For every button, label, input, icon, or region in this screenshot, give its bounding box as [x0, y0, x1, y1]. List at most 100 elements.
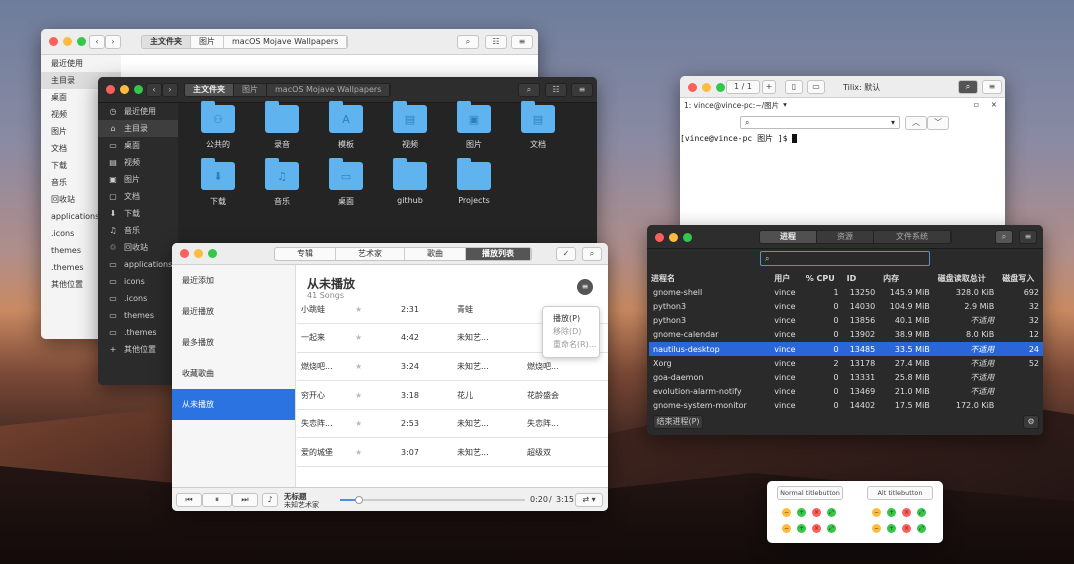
playlist-item[interactable]: 从未播放: [172, 389, 295, 420]
minimize-icon[interactable]: −: [872, 524, 881, 533]
close-button[interactable]: [106, 85, 115, 94]
tab-playlists[interactable]: 播放列表: [466, 248, 531, 260]
session-switcher[interactable]: 1 / 1: [726, 80, 760, 94]
sidebar-item[interactable]: ▢ 文档: [98, 188, 178, 205]
folder-item[interactable]: A 模板: [314, 101, 378, 150]
playlist-item[interactable]: 收藏歌曲: [172, 358, 295, 389]
close-icon[interactable]: ×: [812, 524, 821, 533]
search-button[interactable]: ⌕: [582, 247, 602, 261]
folder-item[interactable]: ▤ 视频: [378, 101, 442, 150]
add-session-button[interactable]: +: [762, 80, 776, 94]
sidebar-item[interactable]: ▭ icons: [98, 273, 178, 290]
minimize-button[interactable]: [669, 233, 678, 242]
close-terminal-icon[interactable]: ×: [991, 100, 997, 109]
terminal-prompt[interactable]: [vince@vince-pc 图片 ]$ _: [680, 133, 798, 144]
remove-menu-item[interactable]: 移除(D): [553, 325, 599, 338]
maximize-button[interactable]: [208, 249, 217, 258]
minimize-icon[interactable]: −: [782, 508, 791, 517]
close-icon[interactable]: ×: [812, 508, 821, 517]
maximize-icon[interactable]: +: [887, 508, 896, 517]
forward-button[interactable]: ›: [105, 35, 121, 49]
view-button[interactable]: ☷: [485, 35, 507, 49]
table-row[interactable]: 穷开心 ★ 3:18 花儿 花龄盛会: [297, 381, 608, 410]
fullscreen-icon[interactable]: ⤢: [827, 508, 836, 517]
breadcrumb-pictures[interactable]: 图片: [234, 84, 267, 96]
table-row[interactable]: evolution-alarm-notify vince 0 13469 21.0 Mi…: [649, 385, 1043, 399]
table-row[interactable]: 爱的城堡 ★ 3:07 未知艺... 超级双: [297, 438, 608, 467]
view-button[interactable]: ☷: [545, 83, 567, 97]
next-button[interactable]: ⏭: [232, 493, 258, 507]
sidebar-item[interactable]: 最近使用: [41, 55, 121, 72]
search-button[interactable]: ⌕: [518, 83, 540, 97]
table-row[interactable]: gnome-calendar vince 0 13902 38.9 MiB 8.0 KiB…: [649, 328, 1043, 342]
sidebar-item[interactable]: ♫ 音乐: [98, 222, 178, 239]
table-row[interactable]: 失恋阵... ★ 2:53 未知艺... 失恋阵...: [297, 409, 608, 438]
maximize-icon[interactable]: +: [887, 524, 896, 533]
sidebar-item[interactable]: ♲ 回收站: [98, 239, 178, 256]
menu-button[interactable]: ≡: [511, 35, 533, 49]
table-row[interactable]: nautilus-desktop vince 0 13485 33.5 MiB 不适用 24: [649, 341, 1043, 357]
split-button[interactable]: ▯: [785, 80, 803, 94]
sidebar-item[interactable]: ▭ .icons: [98, 290, 178, 307]
playlist-item[interactable]: 最近播放: [172, 296, 295, 327]
search-button[interactable]: ⌕: [457, 35, 479, 49]
maximize-icon[interactable]: +: [797, 508, 806, 517]
split-down-button[interactable]: ▭: [807, 80, 825, 94]
tab-albums[interactable]: 专辑: [275, 248, 336, 260]
repeat-mode-button[interactable]: ⇄ ▾: [575, 493, 603, 507]
close-button[interactable]: [49, 37, 58, 46]
search-field[interactable]: ⌕ ▾: [740, 116, 900, 129]
column-header[interactable]: 内存: [879, 271, 934, 285]
folder-item[interactable]: ⬇ 下载: [186, 158, 250, 207]
menu-button[interactable]: ≡: [571, 83, 593, 97]
minimize-button[interactable]: [63, 37, 72, 46]
menu-button[interactable]: ≡: [1019, 230, 1037, 244]
search-input[interactable]: ⌕: [760, 251, 930, 266]
minimize-icon[interactable]: −: [782, 524, 791, 533]
settings-button[interactable]: ⚙: [1023, 415, 1039, 429]
fullscreen-icon[interactable]: ⤢: [917, 508, 926, 517]
table-row[interactable]: gnome-shell vince 1 13250 145.9 MiB 328.0 KiB…: [649, 285, 1043, 299]
pause-button[interactable]: ⏸: [202, 493, 232, 507]
sidebar-item[interactable]: ▤ 视频: [98, 154, 178, 171]
minimize-button[interactable]: [120, 85, 129, 94]
sidebar-item[interactable]: ▭ 桌面: [98, 137, 178, 154]
column-header[interactable]: ID: [843, 271, 880, 285]
play-menu-item[interactable]: 播放(P): [553, 312, 599, 325]
table-row[interactable]: Xorg vince 2 13178 27.4 MiB 不适用 52: [649, 356, 1043, 370]
playlist-menu-button[interactable]: ≡: [577, 279, 593, 295]
folder-item[interactable]: ▤ 文档: [506, 101, 570, 150]
folder-item[interactable]: ▭ 桌面: [314, 158, 378, 207]
column-header[interactable]: 用户: [770, 271, 801, 285]
star-icon[interactable]: ★: [355, 352, 401, 381]
column-header[interactable]: % CPU: [802, 271, 843, 285]
column-header[interactable]: 进程名: [649, 271, 770, 285]
sidebar-item[interactable]: + 其他位置: [98, 341, 178, 358]
sidebar-item[interactable]: ⬇ 下载: [98, 205, 178, 222]
folder-item[interactable]: github: [378, 158, 442, 207]
folder-item[interactable]: ♫ 音乐: [250, 158, 314, 207]
tab-filesystems[interactable]: 文件系统: [874, 231, 951, 243]
minimize-button[interactable]: [194, 249, 203, 258]
search-down-button[interactable]: ﹀: [927, 116, 949, 130]
breadcrumb-home[interactable]: 主文件夹: [142, 36, 191, 48]
sidebar-item[interactable]: ▭ themes: [98, 307, 178, 324]
table-row[interactable]: goa-daemon vince 0 13331 25.8 MiB 不适用: [649, 370, 1043, 384]
folder-item[interactable]: ▣ 图片: [442, 101, 506, 150]
forward-button[interactable]: ›: [162, 83, 178, 97]
maximize-button[interactable]: [683, 233, 692, 242]
progress-track[interactable]: [340, 496, 525, 504]
search-up-button[interactable]: ︿: [905, 116, 927, 130]
close-button[interactable]: [180, 249, 189, 258]
tab-artists[interactable]: 艺术家: [336, 248, 405, 260]
table-row[interactable]: python3 vince 0 13856 40.1 MiB 不适用 32: [649, 314, 1043, 328]
back-button[interactable]: ‹: [89, 35, 105, 49]
table-row[interactable]: gnome-system-monitor vince 0 14402 17.5 MiB 1…: [649, 399, 1043, 413]
star-icon[interactable]: ★: [355, 324, 401, 353]
back-button[interactable]: ‹: [146, 83, 162, 97]
maximize-button[interactable]: [716, 83, 725, 92]
tab-processes[interactable]: 进程: [760, 231, 817, 243]
breadcrumb-home[interactable]: 主文件夹: [185, 84, 234, 96]
fullscreen-icon[interactable]: ⤢: [827, 524, 836, 533]
sidebar-item[interactable]: ◷ 最近使用: [98, 103, 178, 120]
